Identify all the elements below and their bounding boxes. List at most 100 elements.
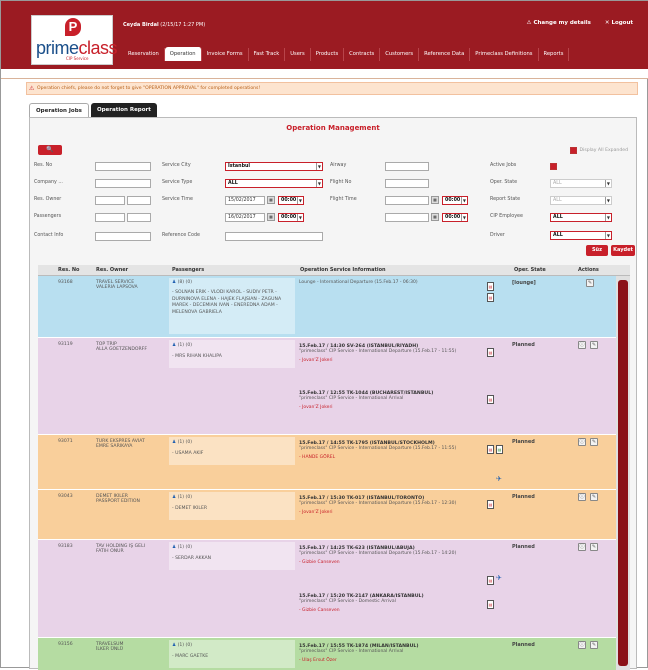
plane-icon[interactable]: ✈ bbox=[496, 574, 502, 582]
nav-reports[interactable]: Reports bbox=[539, 48, 570, 61]
service-date-to[interactable]: 16/02/2017 bbox=[225, 213, 265, 222]
col-operation-info[interactable]: Operation Service Information bbox=[300, 265, 386, 276]
pdf-icon[interactable]: ▤ bbox=[487, 576, 494, 585]
service-time-from[interactable]: 00:00 bbox=[278, 196, 304, 205]
contact-input[interactable] bbox=[95, 232, 151, 241]
res-no[interactable]: 93119 bbox=[58, 342, 73, 347]
passengers-first-input[interactable] bbox=[95, 213, 125, 222]
nav-reference-data[interactable]: Reference Data bbox=[419, 48, 471, 61]
table-row[interactable]: 93156 TRAVELSUM İLKER ÜNLÜ ♟ (1) (0) - MA… bbox=[38, 638, 616, 670]
nav-products[interactable]: Products bbox=[311, 48, 345, 61]
passengers-last-input[interactable] bbox=[127, 213, 151, 222]
res-no[interactable]: 93168 bbox=[58, 280, 73, 285]
col-passengers[interactable]: Passengers bbox=[172, 265, 204, 276]
display-all-toggle[interactable]: Display All Expanded bbox=[569, 147, 628, 154]
ref-code-input[interactable] bbox=[225, 232, 323, 241]
tab-operation-report[interactable]: Operation Report bbox=[90, 103, 157, 118]
flight-time-from[interactable]: 00:00 bbox=[442, 196, 468, 205]
col-actions[interactable]: Actions bbox=[578, 265, 599, 276]
info-icon[interactable]: ⓘ bbox=[578, 641, 586, 649]
oper-state: Planned bbox=[512, 439, 535, 445]
op-service: "primeclass" CIP Service - International… bbox=[299, 349, 457, 354]
nav-contracts[interactable]: Contracts bbox=[344, 48, 381, 61]
flight-time-to[interactable]: 00:00 bbox=[442, 213, 468, 222]
report-state-select[interactable]: ALL bbox=[550, 196, 612, 205]
op-service: "primeclass" CIP Service - International… bbox=[299, 551, 457, 556]
col-res-owner[interactable]: Res. Owner bbox=[96, 265, 128, 276]
company-input[interactable] bbox=[95, 179, 151, 188]
flight-date-from[interactable] bbox=[385, 196, 429, 205]
table-row[interactable]: 93043 DEMET IKILER PASSPORT EDITION ♟ (1)… bbox=[38, 490, 616, 540]
edit-icon[interactable]: ✎ bbox=[590, 641, 598, 649]
scrollbar-thumb[interactable] bbox=[618, 280, 628, 666]
display-all-checkbox[interactable] bbox=[569, 147, 577, 154]
edit-icon[interactable]: ✎ bbox=[590, 438, 598, 446]
plane-icon[interactable]: ✈ bbox=[496, 475, 502, 483]
calendar-icon[interactable]: ▦ bbox=[431, 213, 439, 221]
active-jobs-checkbox[interactable] bbox=[550, 163, 557, 170]
nav-operation[interactable]: Operation bbox=[164, 47, 202, 61]
nav-primeclass-definitions[interactable]: Primeclass Definitions bbox=[470, 48, 539, 61]
edit-icon[interactable]: ✎ bbox=[590, 493, 598, 501]
document-icon[interactable]: ▤ bbox=[487, 395, 494, 404]
service-time-to[interactable]: 00:00 bbox=[278, 213, 304, 222]
res-no[interactable]: 93156 bbox=[58, 642, 73, 647]
driver-select[interactable]: ALL bbox=[550, 231, 612, 240]
op-guide: - Jovan'Z Jokeri bbox=[299, 405, 333, 410]
table-scrollbar[interactable] bbox=[616, 276, 630, 670]
table-row[interactable]: 93168 TRAVEL SERVICE VALERIA LAPSOVA ♟ (8… bbox=[38, 276, 616, 338]
info-icon[interactable]: ⓘ bbox=[578, 543, 586, 551]
col-oper-state[interactable]: Oper. State bbox=[514, 265, 546, 276]
logo[interactable]: P primeclass CIP Service bbox=[31, 15, 118, 65]
passenger-names: - MARC GAETKE bbox=[172, 654, 209, 659]
calendar-icon[interactable]: ▦ bbox=[267, 196, 275, 204]
table-row[interactable]: 93071 TURK EKSPRES AVIAT EMRE SARIKAYA ♟ … bbox=[38, 435, 616, 490]
flight-date-to[interactable] bbox=[385, 213, 429, 222]
res-no-input[interactable] bbox=[95, 162, 151, 171]
edit-icon[interactable]: ✎ bbox=[590, 543, 598, 551]
document-icon[interactable]: ▤ bbox=[487, 500, 494, 509]
nav-users[interactable]: Users bbox=[285, 48, 311, 61]
document-icon[interactable]: ▤ bbox=[487, 445, 494, 454]
table-row[interactable]: 93119 TOP TRIP ALLA GOETZENDORFF ♟ (1) (0… bbox=[38, 338, 616, 435]
search-toggle-button[interactable]: 🔍 bbox=[38, 145, 62, 155]
col-res-no[interactable]: Res. No bbox=[58, 265, 79, 276]
info-icon[interactable]: ⓘ bbox=[578, 493, 586, 501]
logout-link[interactable]: ✕ Logout bbox=[605, 20, 633, 26]
info-icon[interactable]: ⓘ bbox=[578, 341, 586, 349]
nav-fast-track[interactable]: Fast Track bbox=[249, 48, 286, 61]
res-owner-last-input[interactable] bbox=[127, 196, 151, 205]
edit-icon[interactable]: ✎ bbox=[586, 279, 594, 287]
document-icon[interactable]: ▤ bbox=[487, 600, 494, 609]
nav-reservation[interactable]: Reservation bbox=[123, 48, 165, 61]
nav-customers[interactable]: Customers bbox=[380, 48, 420, 61]
operation-item: 15.Feb.17 / 14:30 SV-264 (ISTANBUL/RIYAD… bbox=[299, 344, 509, 363]
filter-button[interactable]: Süz bbox=[586, 245, 608, 256]
service-date-from[interactable]: 15/02/2017 bbox=[225, 196, 265, 205]
document-icon[interactable]: ▤ bbox=[487, 282, 494, 291]
calendar-icon[interactable]: ▦ bbox=[431, 196, 439, 204]
row-actions: ⓘ ✎ bbox=[578, 493, 598, 501]
change-details-link[interactable]: ⚠ Change my details bbox=[527, 20, 591, 26]
service-type-select[interactable]: ALL bbox=[225, 179, 323, 188]
edit-icon[interactable]: ✎ bbox=[590, 341, 598, 349]
service-city-select[interactable]: İstanbul bbox=[225, 162, 323, 171]
flight-no-input[interactable] bbox=[385, 179, 429, 188]
nav-invoice-forms[interactable]: Invoice Forms bbox=[202, 48, 249, 61]
cip-employee-select[interactable]: ALL bbox=[550, 213, 612, 222]
calendar-icon[interactable]: ▦ bbox=[267, 213, 275, 221]
passenger-count: ♟ (1) (0) bbox=[172, 643, 192, 648]
pdf-icon[interactable]: ▤ bbox=[487, 293, 494, 302]
res-owner-first-input[interactable] bbox=[95, 196, 125, 205]
excel-icon[interactable]: ▤ bbox=[496, 445, 503, 454]
save-button[interactable]: Kaydet bbox=[611, 245, 635, 256]
info-icon[interactable]: ⓘ bbox=[578, 438, 586, 446]
tab-operation-jobs[interactable]: Operation Jobs bbox=[29, 103, 89, 118]
airway-input[interactable] bbox=[385, 162, 429, 171]
oper-state-select[interactable]: ALL bbox=[550, 179, 612, 188]
document-icon[interactable]: ▤ bbox=[487, 348, 494, 357]
res-no[interactable]: 93183 bbox=[58, 544, 73, 549]
res-no[interactable]: 93043 bbox=[58, 494, 73, 499]
table-row[interactable]: 93183 TAV HOLDING IŞ GELI FATIH ONUR ♟ (1… bbox=[38, 540, 616, 638]
res-no[interactable]: 93071 bbox=[58, 439, 73, 444]
